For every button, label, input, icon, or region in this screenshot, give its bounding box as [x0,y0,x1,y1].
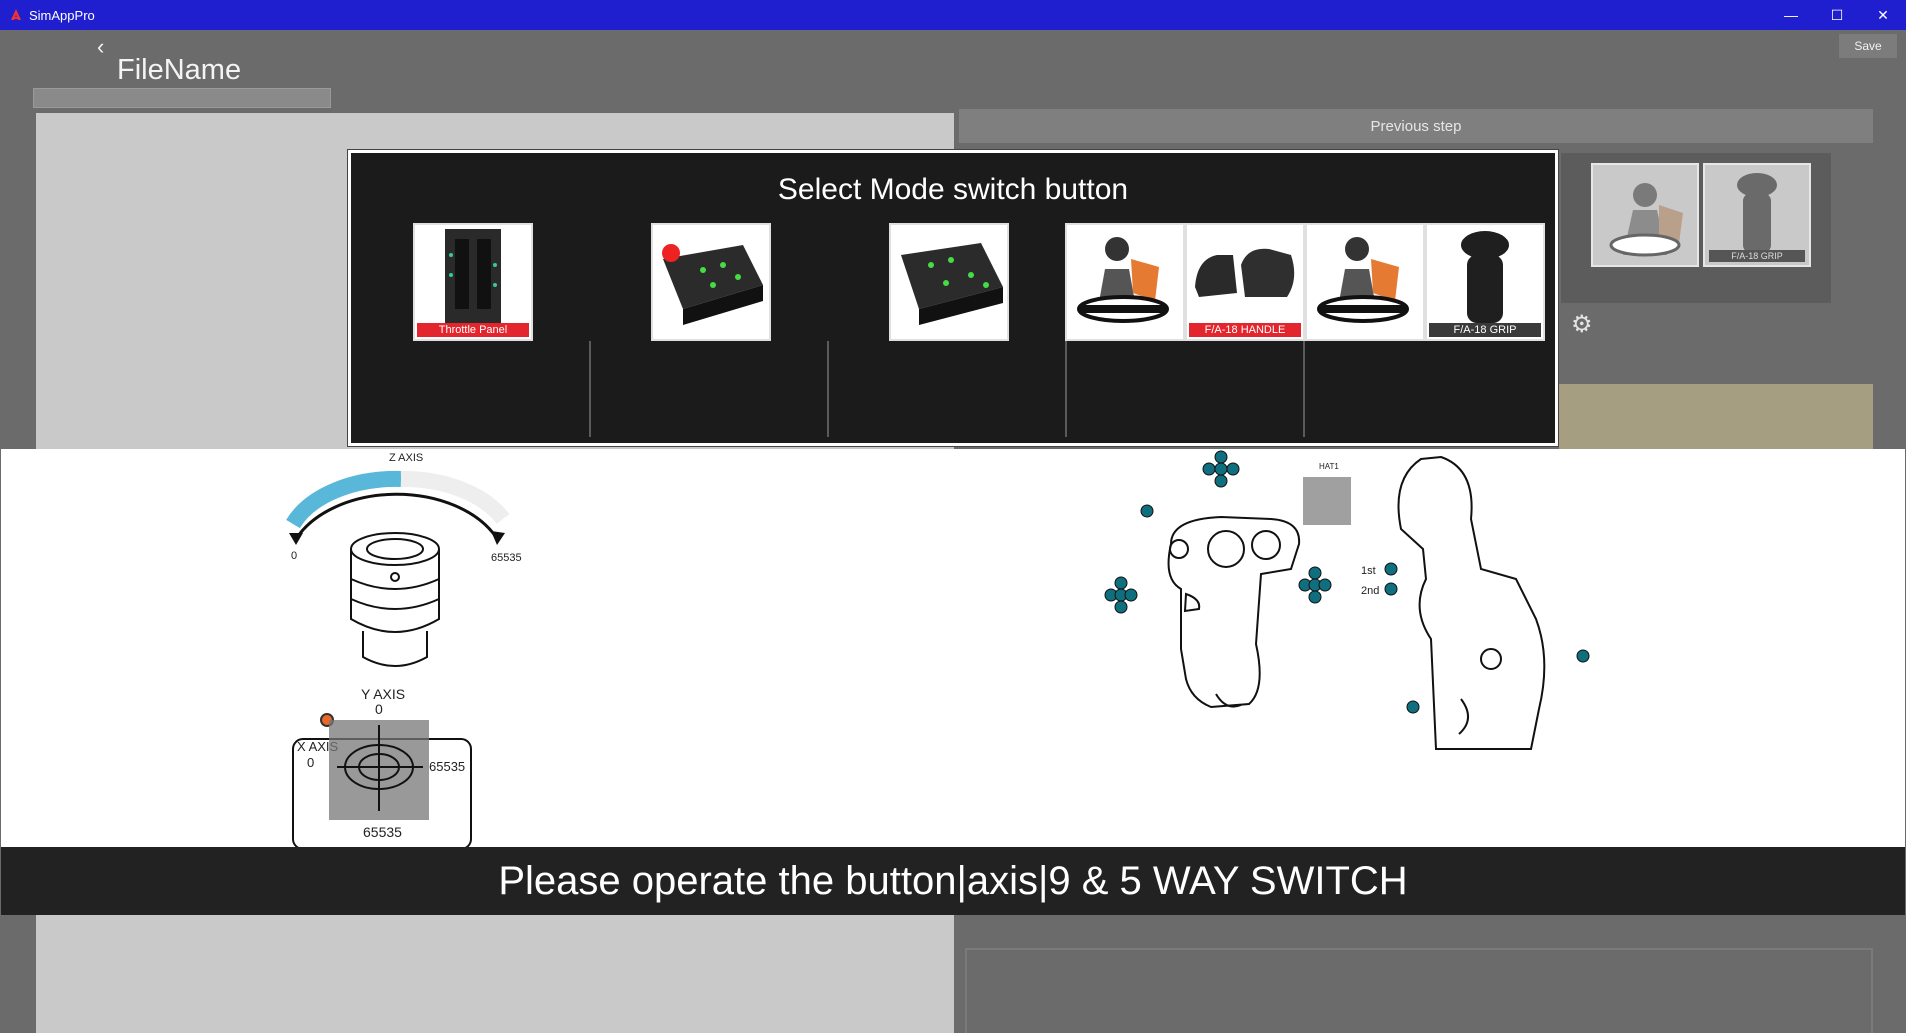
y-axis-max: 65535 [363,824,402,840]
device-orion-2[interactable] [1305,223,1425,341]
throttle-diagram: Z AXIS 0 65535 Y AXIS 0 X AXIS 0 65535 6… [286,452,522,847]
bottom-right-panel [965,948,1873,1033]
first-stage-label: 1st [1361,565,1376,577]
modal-title: Select Mode switch button [777,173,1129,206]
device-thumbnail-strip: F/A-18 GRIP [1561,153,1831,303]
filename-input[interactable] [33,88,331,108]
back-arrow-icon[interactable]: ‹ [97,34,117,60]
device-control-panel-1[interactable] [651,223,771,341]
y-axis-min: 0 [375,701,383,717]
slot-divider [589,341,591,437]
minimize-button[interactable]: — [1768,0,1814,30]
grip-front-diagram: HAT1 [1104,450,1351,709]
filename-title: FileName [117,54,242,86]
close-button[interactable]: ✕ [1860,0,1906,30]
previous-step-button[interactable]: Previous step [959,109,1873,143]
hat-label: HAT1 [1319,462,1339,471]
window-titlebar: SimAppPro — ☐ ✕ [0,0,1906,30]
z-axis-track [400,470,510,525]
z-axis-max: 65535 [491,552,522,564]
device-label: Throttle Panel [417,323,529,337]
device-label: F/A-18 GRIP [1429,323,1541,337]
device-fa18-handle[interactable]: F/A-18 HANDLE [1185,223,1305,341]
control-panel-icon [662,244,763,325]
mode-slot-row [351,341,1555,441]
mode-switch-modal: Select Mode switch button Throttle Panel [347,149,1559,447]
throttle-handle-icon [1195,248,1295,297]
slot-divider [1065,341,1067,437]
device-diagram: Z AXIS 0 65535 Y AXIS 0 X AXIS 0 65535 6… [1,449,1905,847]
grip-side-diagram: 1st 2nd [1361,455,1590,750]
hat-switch-highlight [1303,477,1351,525]
x-axis-max: 65535 [429,759,465,774]
device-fa18-grip[interactable]: F/A-18 GRIP [1425,223,1545,341]
orion-logo-icon [1077,237,1169,323]
control-panel-icon [901,243,1003,325]
orion-logo-icon [1609,183,1683,257]
device-control-panel-2[interactable] [889,223,1009,341]
joystick-grip-icon [1461,231,1509,323]
throttle-knob-icon [350,532,440,667]
throttle-panel-icon [445,229,501,327]
x-axis-min: 0 [307,755,314,770]
device-orion-1[interactable] [1065,223,1185,341]
window-title: SimAppPro [29,7,95,23]
second-stage-label: 2nd [1361,585,1379,597]
thumb-label: F/A-18 GRIP [1709,250,1805,262]
device-label: F/A-18 HANDLE [1189,323,1301,337]
slot-divider [827,341,829,437]
z-axis-label: Z AXIS [389,452,423,464]
save-button[interactable]: Save [1839,34,1897,58]
slot-divider [1303,341,1305,437]
thumb-fa18-grip[interactable]: F/A-18 GRIP [1703,163,1811,267]
operation-prompt: Please operate the button|axis|9 & 5 WAY… [1,847,1905,915]
device-throttle-panel[interactable]: Throttle Panel [413,223,533,341]
thumb-orion[interactable] [1591,163,1699,267]
app-logo-icon [9,8,23,22]
gear-icon[interactable]: ⚙ [1571,310,1593,339]
z-axis-min: 0 [291,550,297,562]
device-list: Throttle Panel F/A-18 HANDLE F/A-18 GRIP [351,223,1555,341]
orion-logo-icon [1317,237,1409,323]
y-axis-label: Y AXIS [361,686,405,702]
maximize-button[interactable]: ☐ [1814,0,1860,30]
